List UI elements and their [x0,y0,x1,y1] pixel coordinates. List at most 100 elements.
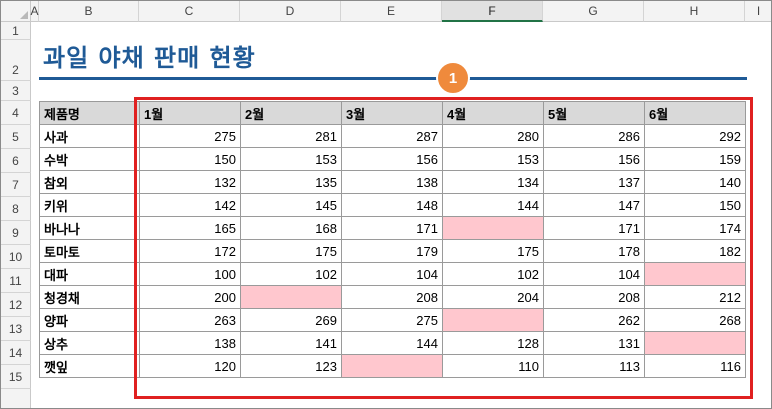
value-cell[interactable]: 113 [543,354,645,378]
empty-value-cell[interactable] [442,308,544,332]
value-cell[interactable]: 131 [543,331,645,355]
value-cell[interactable]: 171 [341,216,443,240]
value-cell[interactable]: 153 [240,147,342,171]
value-cell[interactable]: 128 [442,331,544,355]
row-header-2[interactable]: 2 [1,40,31,81]
product-cell[interactable]: 참외 [39,170,140,194]
product-cell[interactable]: 키위 [39,193,140,217]
value-cell[interactable]: 104 [341,262,443,286]
value-cell[interactable]: 138 [139,331,241,355]
select-all-corner[interactable] [1,1,31,22]
row-header-11[interactable]: 11 [1,269,31,293]
value-cell[interactable]: 263 [139,308,241,332]
value-cell[interactable]: 292 [644,124,746,148]
row-header-6[interactable]: 6 [1,149,31,173]
value-cell[interactable]: 144 [341,331,443,355]
column-header-d[interactable]: D [240,1,341,22]
header-cell-apr[interactable]: 4월 [442,101,544,125]
value-cell[interactable]: 102 [240,262,342,286]
product-cell[interactable]: 수박 [39,147,140,171]
column-header-f[interactable]: F [442,1,543,22]
value-cell[interactable]: 275 [139,124,241,148]
value-cell[interactable]: 135 [240,170,342,194]
row-header-7[interactable]: 7 [1,173,31,197]
value-cell[interactable]: 204 [442,285,544,309]
value-cell[interactable]: 168 [240,216,342,240]
product-cell[interactable]: 양파 [39,308,140,332]
value-cell[interactable]: 120 [139,354,241,378]
product-cell[interactable]: 깻잎 [39,354,140,378]
column-header-h[interactable]: H [644,1,745,22]
row-header-13[interactable]: 13 [1,317,31,341]
value-cell[interactable]: 147 [543,193,645,217]
value-cell[interactable]: 132 [139,170,241,194]
row-header-3[interactable]: 3 [1,81,31,101]
value-cell[interactable]: 268 [644,308,746,332]
value-cell[interactable]: 287 [341,124,443,148]
value-cell[interactable]: 175 [442,239,544,263]
value-cell[interactable]: 212 [644,285,746,309]
header-cell-feb[interactable]: 2월 [240,101,342,125]
value-cell[interactable]: 153 [442,147,544,171]
row-header-12[interactable]: 12 [1,293,31,317]
value-cell[interactable]: 141 [240,331,342,355]
product-cell[interactable]: 바나나 [39,216,140,240]
value-cell[interactable]: 100 [139,262,241,286]
empty-value-cell[interactable] [644,262,746,286]
value-cell[interactable]: 137 [543,170,645,194]
column-header-i[interactable]: I [745,1,771,22]
product-cell[interactable]: 사과 [39,124,140,148]
value-cell[interactable]: 172 [139,239,241,263]
value-cell[interactable]: 174 [644,216,746,240]
value-cell[interactable]: 178 [543,239,645,263]
row-header-5[interactable]: 5 [1,125,31,149]
product-cell[interactable]: 청경채 [39,285,140,309]
empty-value-cell[interactable] [341,354,443,378]
value-cell[interactable]: 182 [644,239,746,263]
row-header-15[interactable]: 15 [1,365,31,389]
value-cell[interactable]: 281 [240,124,342,148]
value-cell[interactable]: 156 [341,147,443,171]
value-cell[interactable]: 280 [442,124,544,148]
header-cell-jan[interactable]: 1월 [139,101,241,125]
value-cell[interactable]: 134 [442,170,544,194]
value-cell[interactable]: 175 [240,239,342,263]
product-cell[interactable]: 상추 [39,331,140,355]
value-cell[interactable]: 142 [139,193,241,217]
empty-value-cell[interactable] [644,331,746,355]
value-cell[interactable]: 138 [341,170,443,194]
value-cell[interactable]: 144 [442,193,544,217]
row-header-9[interactable]: 9 [1,221,31,245]
empty-value-cell[interactable] [240,285,342,309]
value-cell[interactable]: 262 [543,308,645,332]
row-header-8[interactable]: 8 [1,197,31,221]
value-cell[interactable]: 269 [240,308,342,332]
product-cell[interactable]: 대파 [39,262,140,286]
row-header-10[interactable]: 10 [1,245,31,269]
column-header-b[interactable]: B [39,1,139,22]
column-header-g[interactable]: G [543,1,644,22]
value-cell[interactable]: 171 [543,216,645,240]
value-cell[interactable]: 156 [543,147,645,171]
value-cell[interactable]: 123 [240,354,342,378]
header-cell-mar[interactable]: 3월 [341,101,443,125]
row-header-14[interactable]: 14 [1,341,31,365]
header-cell-may[interactable]: 5월 [543,101,645,125]
value-cell[interactable]: 140 [644,170,746,194]
sheet-title[interactable]: 과일 야채 판매 현황 [43,38,256,73]
product-cell[interactable]: 토마토 [39,239,140,263]
value-cell[interactable]: 165 [139,216,241,240]
row-header-1[interactable]: 1 [1,22,31,40]
value-cell[interactable]: 116 [644,354,746,378]
value-cell[interactable]: 179 [341,239,443,263]
empty-value-cell[interactable] [442,216,544,240]
value-cell[interactable]: 286 [543,124,645,148]
value-cell[interactable]: 275 [341,308,443,332]
column-header-c[interactable]: C [139,1,240,22]
value-cell[interactable]: 102 [442,262,544,286]
column-header-e[interactable]: E [341,1,442,22]
value-cell[interactable]: 148 [341,193,443,217]
value-cell[interactable]: 200 [139,285,241,309]
row-header-4[interactable]: 4 [1,101,31,125]
column-header-a[interactable]: A [31,1,39,22]
